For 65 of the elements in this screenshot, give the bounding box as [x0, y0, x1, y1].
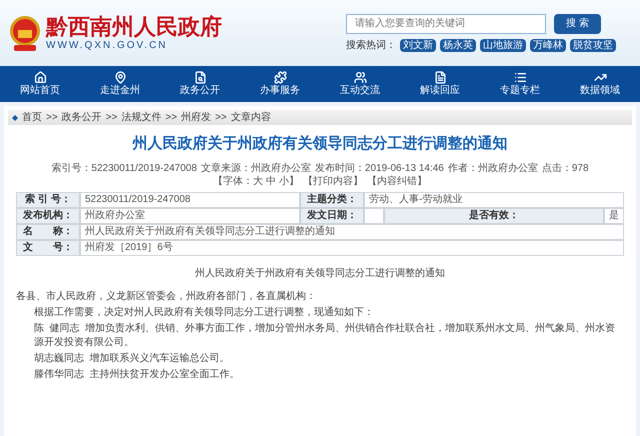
table-value-cell: 是 [604, 208, 624, 224]
breadcrumb-link[interactable]: 法规文件 [121, 110, 162, 125]
table-label-cell: 是否有效： [384, 208, 604, 224]
article-meta: 【字体：大 中 小】 [213, 174, 299, 188]
body-paragraph: 陈 健同志 增加负责水利、供销、外事方面工作，增加分管州水务局、州供销合作社联合社，增加联系州水文局、州气象局、州水资源开发投资有限公司。 [33, 322, 616, 350]
hot-word-tag[interactable]: 杨永英 [440, 38, 476, 52]
nav-item[interactable]: 办事服务 [240, 66, 320, 102]
nav-item[interactable]: 互动交流 [320, 66, 400, 102]
table-value-cell: 州人民政府关于州政府有关领导同志分工进行调整的通知 [80, 224, 624, 240]
article-meta: 【内容纠错】 [366, 174, 427, 188]
body-paragraph: 胡志巍同志 增加联系兴义汽车运输总公司。 [33, 352, 231, 366]
hot-words-label: 搜索热词： [346, 38, 396, 52]
breadcrumb-separator: >> [215, 111, 227, 125]
nav-item[interactable]: 政务公开 [160, 66, 240, 102]
nav-item[interactable]: 数据领域 [560, 66, 640, 102]
site-url: WWW.QXN.GOV.CN [46, 40, 169, 52]
breadcrumb-separator: >> [106, 111, 118, 125]
hot-word-tag[interactable]: 山地旅游 [480, 38, 526, 52]
search-button[interactable]: 搜 索 [554, 14, 601, 34]
table-label-cell: 名 称： [16, 224, 80, 240]
table-value-cell: 州政府办公室 [80, 208, 300, 224]
breadcrumb-link[interactable]: 文章内容 [230, 110, 271, 125]
greeting-text: 各县、市人民政府，义龙新区管委会，州政府各部门，各直属机构： [15, 290, 317, 304]
nav-item[interactable]: 专题专栏 [480, 66, 560, 102]
nav-item[interactable]: 网站首页 [0, 66, 80, 102]
table-value-cell: 52230011/2019-247008 [80, 192, 300, 208]
table-value-cell: 劳动、人事-劳动就业 [364, 192, 624, 208]
body-paragraph: 滕伟华同志 主持州扶贫开发办公室全面工作。 [33, 368, 241, 382]
article-meta: 文章来源：州政府办公室 [200, 162, 311, 174]
article-meta: 点击：978 [542, 162, 589, 174]
table-label-cell: 主题分类： [300, 192, 364, 208]
nav-item[interactable]: 走进金州 [80, 66, 160, 102]
table-label-cell: 发文日期： [300, 208, 364, 224]
list-icon [514, 71, 526, 84]
hot-word-tag[interactable]: 刘文新 [400, 38, 436, 52]
puzzle-icon [274, 71, 286, 84]
nav-item[interactable]: 解读回应 [400, 66, 480, 102]
document-search-icon [194, 71, 206, 84]
article-meta: 索引号：52230011/2019-247008 [51, 162, 197, 174]
article-meta: 作者：州政府办公室 [448, 162, 538, 174]
table-label-cell: 索 引 号： [16, 192, 80, 208]
breadcrumb-link[interactable]: 政务公开 [62, 110, 102, 125]
people-icon [354, 71, 366, 84]
chart-icon [594, 71, 606, 84]
search-field[interactable]: 请输入您要查询的关键词 [346, 14, 546, 34]
bullet-icon [12, 114, 18, 120]
breadcrumb-link[interactable]: 州府发 [181, 110, 212, 125]
article-title: 州人民政府关于州政府有关领导同志分工进行调整的通知 [132, 134, 508, 154]
article-meta: 发布时间：2019-06-13 14:46 [314, 162, 444, 174]
map-pin-icon [114, 71, 126, 84]
breadcrumb-link[interactable]: 首页 [22, 110, 42, 125]
article-meta: 【打印内容】 [302, 174, 363, 188]
breadcrumb-separator: >> [46, 111, 58, 125]
table-label-cell: 文 号： [16, 240, 80, 256]
emblem-icon [8, 14, 42, 52]
hot-word-tag[interactable]: 脱贫攻坚 [570, 38, 616, 52]
breadcrumb-separator: >> [165, 111, 178, 125]
body-paragraph: 根据工作需要，决定对州人民政府有关领导同志分工进行调整，现通知如下： [33, 306, 375, 320]
home-icon [34, 71, 46, 84]
document-icon [434, 71, 446, 84]
hot-word-tag[interactable]: 万峰林 [530, 38, 566, 52]
site-title: 黔西南州人民政府 [46, 14, 222, 40]
table-label-cell: 发布机构： [16, 208, 80, 224]
body-title: 州人民政府关于州政府有关领导同志分工进行调整的通知 [194, 266, 446, 280]
table-value-cell: 州府发［2019］6号 [80, 240, 624, 256]
